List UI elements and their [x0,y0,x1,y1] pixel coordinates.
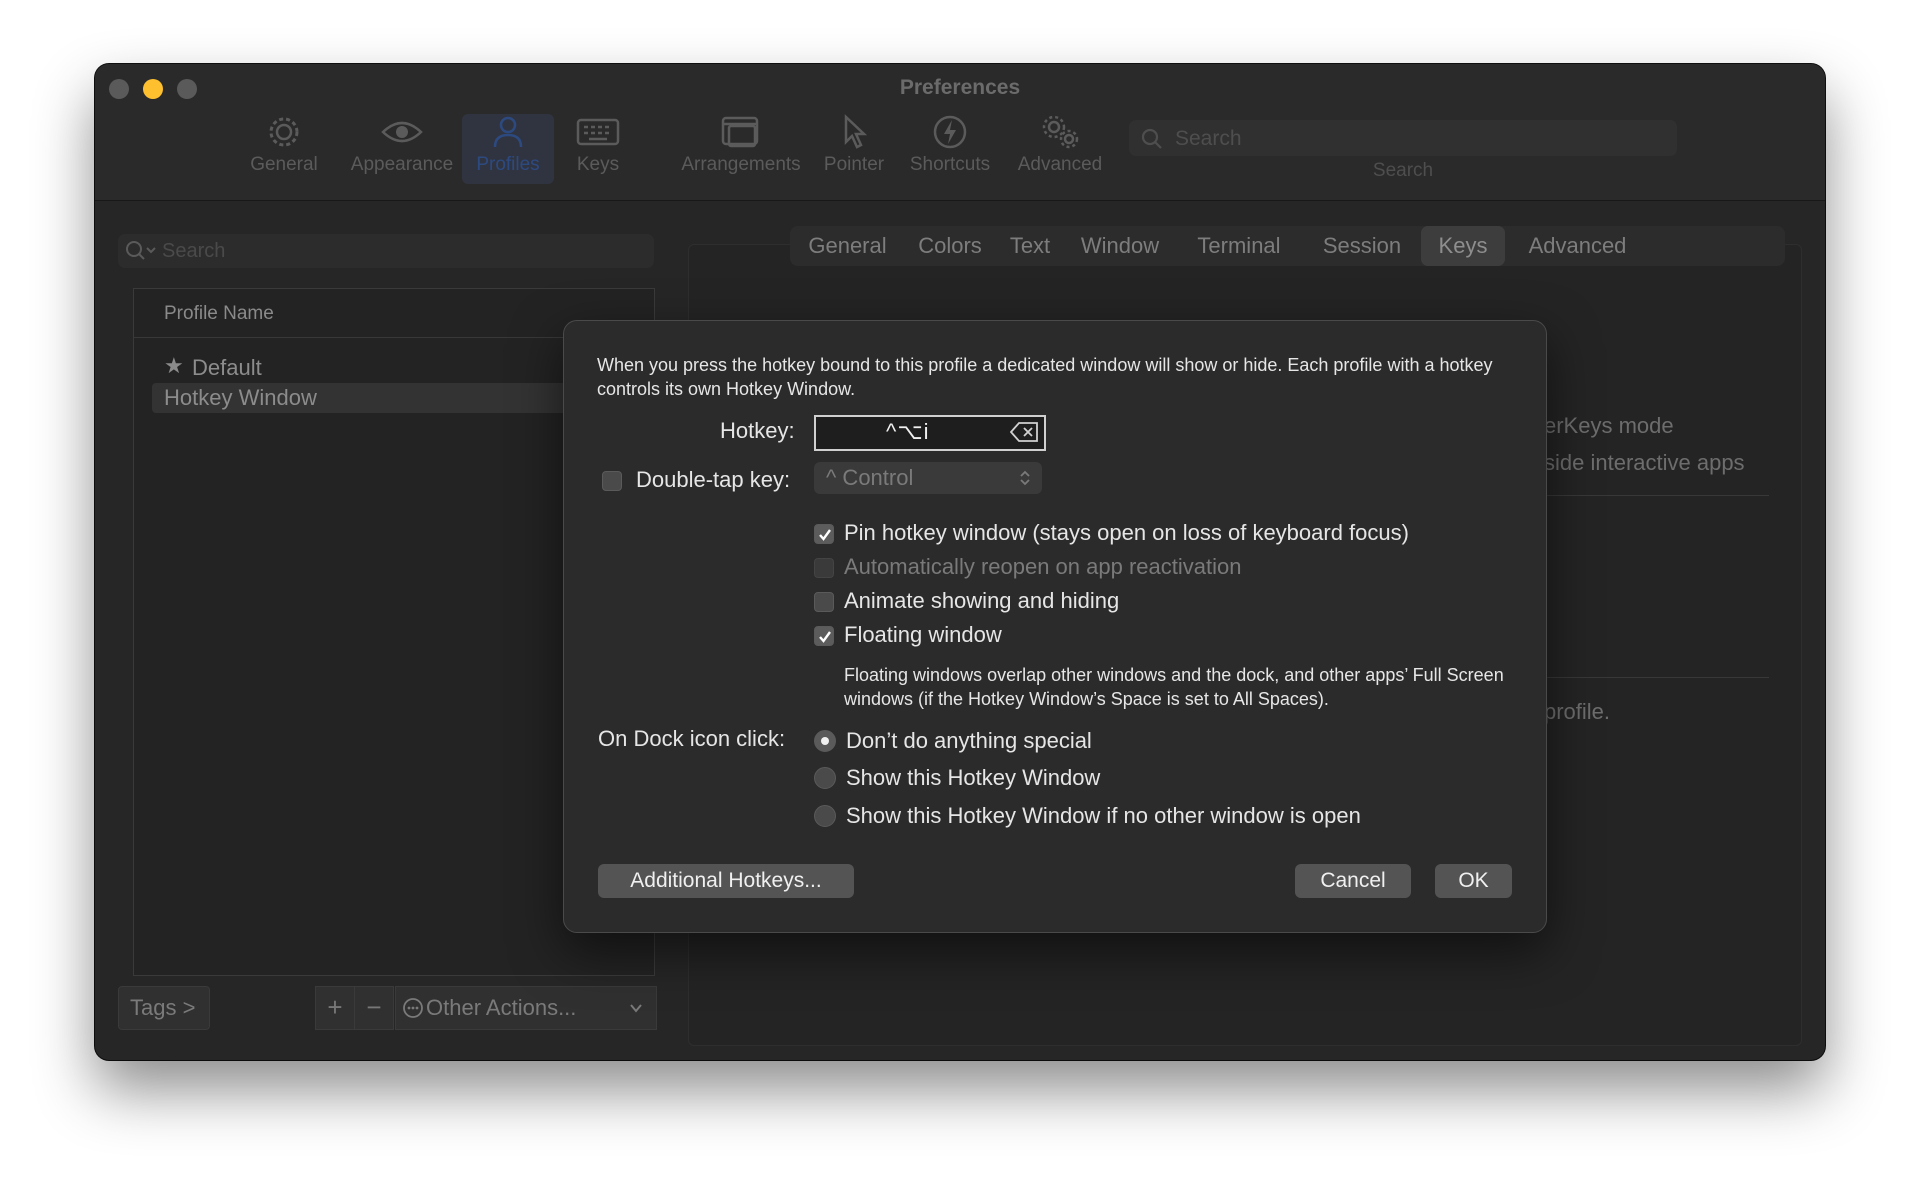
person-icon [462,114,554,150]
eye-icon [337,114,467,150]
animate-checkbox[interactable] [814,592,834,612]
toolbar-pointer-label: Pointer [823,154,885,175]
toolbar-arrangements-label: Arrangements [681,154,801,175]
toolbar-advanced[interactable]: Advanced [1010,114,1110,184]
dock-option-label: Show this Hotkey Window [846,765,1101,790]
hotkey-description: When you press the hotkey bound to this … [597,355,1493,399]
tab-terminal[interactable]: Terminal [1175,226,1303,266]
profile-search-placeholder: Search [162,240,226,262]
floating-window-label: Floating window [844,622,1002,647]
tags-button-label: Tags > [130,995,196,1020]
keyboard-icon [565,114,631,150]
floating-window-description: Floating windows overlap other windows a… [844,665,1504,709]
window-title: Preferences [899,76,1021,99]
updown-chevron-icon [1020,470,1030,486]
toolbar-keys[interactable]: Keys [565,114,631,184]
ok-button[interactable]: OK [1435,864,1512,898]
tab-advanced[interactable]: Advanced [1505,226,1650,266]
toolbar-shortcuts[interactable]: Shortcuts [900,114,1000,184]
profile-tab-bar: General Colors Text Window Terminal Sess… [790,226,1785,266]
animate-label: Animate showing and hiding [844,588,1120,613]
toolbar-profiles[interactable]: Profiles [462,114,554,184]
background-text: side interactive apps [1544,450,1745,475]
floating-window-checkbox[interactable] [814,626,834,646]
tab-general[interactable]: General [790,226,905,266]
auto-reopen-label: Automatically reopen on app reactivation [844,554,1242,579]
checkmark-icon [819,631,831,643]
dock-option-nothing-radio[interactable] [814,730,836,752]
toolbar-general-label: General [250,154,318,175]
pointer-icon [812,114,896,150]
preferences-window: Preferences General Appearance Profiles … [95,64,1825,1060]
profile-row-label: Hotkey Window [164,385,317,410]
toolbar-appearance-label: Appearance [350,154,454,175]
background-text: erKeys mode [1544,413,1674,438]
tab-keys[interactable]: Keys [1421,226,1505,266]
other-actions-popup[interactable]: Other Actions... [395,986,657,1030]
add-profile-button[interactable]: + [315,986,355,1030]
windows-icon [658,114,824,150]
toolbar-appearance[interactable]: Appearance [337,114,467,184]
double-tap-key-value: ^ Control [826,465,914,490]
other-actions-label: Other Actions... [426,995,577,1020]
search-icon [126,241,156,260]
additional-hotkeys-button[interactable]: Additional Hotkeys... [598,864,854,898]
toolbar-shortcuts-label: Shortcuts [909,154,991,175]
search-icon [1141,128,1162,149]
chevron-down-icon [630,1004,642,1013]
toolbar-search-placeholder: Search [1175,127,1242,150]
double-tap-key-select[interactable]: ^ Control [814,462,1042,494]
tab-window[interactable]: Window [1065,226,1175,266]
dock-option-show-radio[interactable] [814,767,836,789]
dock-option-show-if-none-radio[interactable] [814,805,836,827]
tab-text[interactable]: Text [995,226,1065,266]
toolbar-search-field[interactable]: Search [1129,120,1677,156]
cancel-button[interactable]: Cancel [1295,864,1411,898]
hotkey-label: Hotkey: [720,418,795,443]
ellipsis-circle-icon [403,998,423,1018]
gears-icon [1010,114,1110,150]
checkmark-icon [819,529,831,541]
auto-reopen-checkbox[interactable] [814,558,834,578]
gear-icon [243,114,325,150]
double-tap-label: Double-tap key: [636,467,791,492]
hotkey-recorder-field[interactable]: ^⌥i [814,415,1046,451]
tab-colors[interactable]: Colors [905,226,995,266]
toolbar-profiles-label: Profiles [476,154,540,175]
toolbar-arrangements[interactable]: Arrangements [658,114,824,184]
toolbar-general[interactable]: General [243,114,325,184]
tab-session[interactable]: Session [1303,226,1421,266]
hotkey-window-sheet: When you press the hotkey bound to this … [563,320,1547,933]
dock-option-label: Show this Hotkey Window if no other wind… [846,803,1361,828]
double-tap-checkbox[interactable] [602,471,622,491]
tags-button[interactable]: Tags > [118,986,210,1030]
star-icon: ★ [164,353,184,378]
toolbar: Preferences General Appearance Profiles … [95,64,1825,201]
profile-row-label: Default [192,355,262,380]
pin-hotkey-window-checkbox[interactable] [814,524,834,544]
profile-search-field[interactable]: Search [118,234,654,268]
profile-name-column-header: Profile Name [164,303,274,324]
bolt-icon [900,114,1000,150]
dock-option-label: Don’t do anything special [846,728,1092,753]
clear-hotkey-icon[interactable] [1010,421,1040,443]
toolbar-advanced-label: Advanced [1017,154,1103,175]
pin-hotkey-window-label: Pin hotkey window (stays open on loss of… [844,520,1409,545]
toolbar-search-caption: Search [1372,160,1434,181]
toolbar-pointer[interactable]: Pointer [812,114,896,184]
background-text: profile. [1544,699,1611,724]
dock-click-label: On Dock icon click: [598,726,786,751]
remove-profile-button[interactable]: − [354,986,394,1030]
toolbar-keys-label: Keys [576,154,620,175]
hotkey-value: ^⌥i [886,419,930,444]
